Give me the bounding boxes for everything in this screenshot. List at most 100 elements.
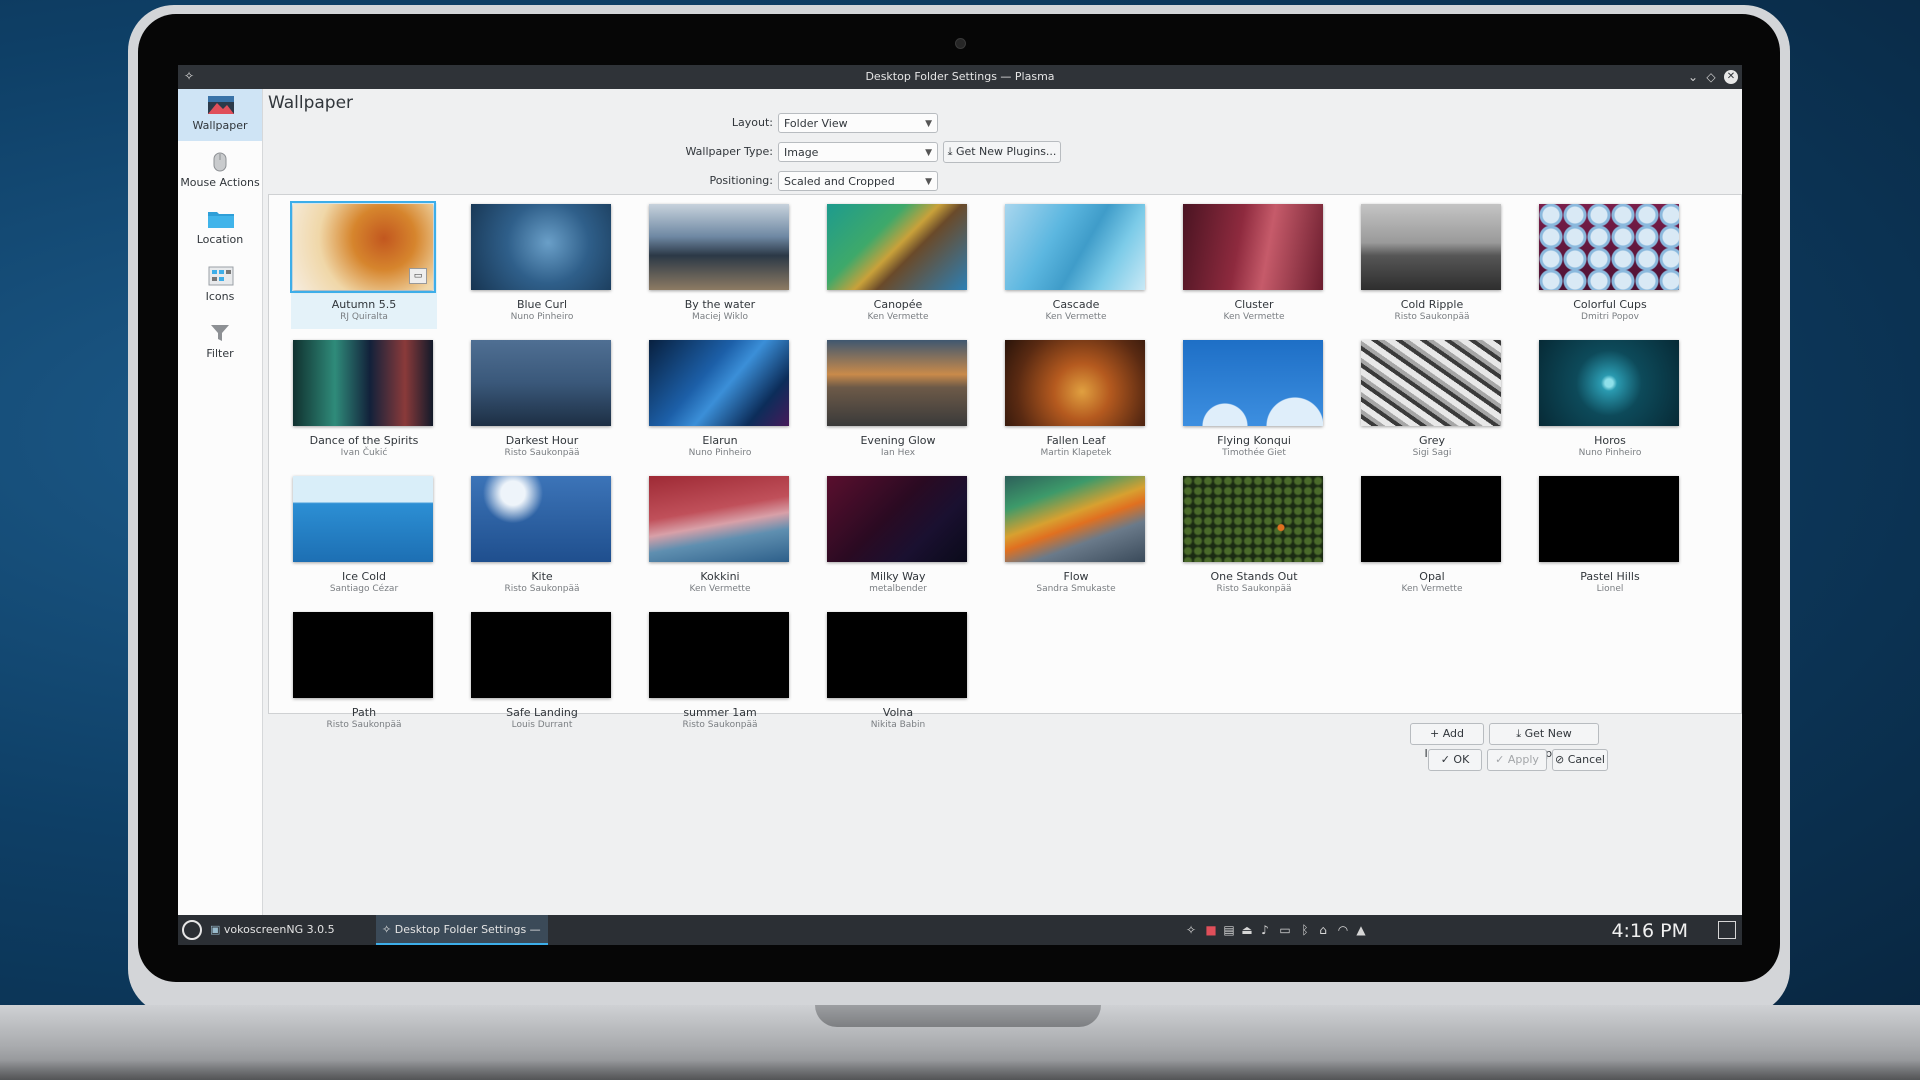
wallpaper-tile-kite[interactable]: Kite Risto Saukonpää [469, 475, 615, 601]
app-launcher-icon[interactable] [182, 920, 202, 940]
wallpaper-thumbnail [293, 476, 433, 562]
wallpaper-tile-one-stands-out[interactable]: One Stands Out Risto Saukonpää [1181, 475, 1327, 601]
download-icon: ⤓ [1516, 727, 1525, 740]
plasma-icon: ✧ [382, 923, 395, 936]
wallpaper-tile-grey[interactable]: Grey Sigi Sagi [1359, 339, 1505, 465]
wallpaper-thumbnail [649, 340, 789, 426]
wallpaper-tile-opal[interactable]: Opal Ken Vermette [1359, 475, 1505, 601]
screen: ✧ Desktop Folder Settings — Plasma ⌄ ◇ ✕… [178, 65, 1742, 945]
wallpaper-tile-by-the-water[interactable]: By the water Maciej Wiklo [647, 203, 793, 329]
sidebar-item-wallpaper[interactable]: Wallpaper [178, 89, 262, 141]
cancel-label: Cancel [1567, 753, 1605, 766]
volume-icon[interactable]: ♪ [1258, 923, 1272, 937]
wallpaper-author: Martin Klapetek [1040, 448, 1112, 458]
page-title: Wallpaper [268, 93, 354, 113]
wallpaper-tile-canopee[interactable]: Canopée Ken Vermette [825, 203, 971, 329]
clock[interactable]: 4:16 PM [1611, 920, 1688, 942]
chevron-down-icon: ▼ [925, 177, 932, 187]
sidebar-item-filter[interactable]: Filter [178, 317, 262, 369]
add-image-button[interactable]: + Add Image... [1410, 723, 1484, 760]
minimize-icon[interactable]: ⌄ [1684, 68, 1702, 86]
wallpaper-author: Risto Saukonpää [326, 720, 402, 730]
wallpaper-author: Ken Vermette [689, 584, 751, 594]
show-desktop-icon[interactable] [1718, 921, 1736, 939]
wallpaper-tile-cold-ripple[interactable]: Cold Ripple Risto Saukonpää [1359, 203, 1505, 329]
cancel-button[interactable]: ⊘ Cancel [1552, 749, 1608, 771]
open-folder-icon[interactable]: ▭ [409, 268, 427, 284]
network-icon[interactable]: ◠ [1336, 923, 1350, 937]
task-desktop-folder-settings[interactable]: ✧ Desktop Folder Settings — Plasma [376, 915, 548, 945]
device-notifier-icon[interactable]: ⏏ [1240, 923, 1254, 937]
settings-content: Wallpaper Layout: Folder View ▼ Wallpape… [263, 89, 1742, 915]
sidebar-item-mouse-actions[interactable]: Mouse Actions [178, 146, 262, 198]
wallpaper-name: By the water [684, 298, 756, 311]
wallpaper-name: Dance of the Spirits [309, 434, 419, 447]
wallpaper-name: Darkest Hour [505, 434, 579, 447]
wallpaper-thumbnail [649, 204, 789, 290]
battery-icon[interactable]: ▭ [1278, 923, 1292, 937]
close-icon[interactable]: ✕ [1724, 70, 1738, 84]
wallpaper-type-label: Wallpaper Type: [685, 145, 774, 158]
bluetooth-icon[interactable]: ᛒ [1298, 923, 1312, 937]
wallpaper-name: Blue Curl [516, 298, 568, 311]
webcam [955, 38, 966, 49]
icons-icon [208, 266, 234, 286]
wallpaper-thumbnail [649, 612, 789, 698]
get-new-plugins-button[interactable]: ⤓ Get New Plugins... [943, 141, 1061, 163]
wallpaper-tile-volna[interactable]: Volna Nikita Babin [825, 611, 971, 737]
ok-button[interactable]: ✓ OK [1428, 749, 1482, 771]
wallpaper-name: Opal [1419, 570, 1445, 583]
wallpaper-tile-ice-cold[interactable]: Ice Cold Santiago Cézar [291, 475, 437, 601]
apply-label: Apply [1507, 753, 1539, 766]
wallpaper-tile-kokkini[interactable]: Kokkini Ken Vermette [647, 475, 793, 601]
kde-connect-icon[interactable]: ✧ [1184, 923, 1198, 937]
wallpaper-tile-flow[interactable]: Flow Sandra Smukaste [1003, 475, 1149, 601]
wallpaper-thumbnail [1361, 476, 1501, 562]
sidebar-item-location[interactable]: Location [178, 203, 262, 255]
wallpaper-name: Grey [1418, 434, 1446, 447]
cancel-icon: ⊘ [1555, 753, 1568, 766]
wallpaper-thumbnail [1183, 340, 1323, 426]
task-vokoscreen[interactable]: ▣ vokoscreenNG 3.0.5 [208, 915, 368, 945]
wallpaper-icon [208, 95, 234, 115]
wallpaper-tile-cascade[interactable]: Cascade Ken Vermette [1003, 203, 1149, 329]
wallpaper-tile-colorful-cups[interactable]: Colorful Cups Dmitri Popov [1537, 203, 1683, 329]
wallpaper-tile-darkest-hour[interactable]: Darkest Hour Risto Saukonpää [469, 339, 615, 465]
positioning-combo[interactable]: Scaled and Cropped ▼ [778, 171, 938, 191]
wallpaper-author: Ken Vermette [867, 312, 929, 322]
wallpaper-tile-blue-curl[interactable]: Blue Curl Nuno Pinheiro [469, 203, 615, 329]
wallpaper-type-combo[interactable]: Image ▼ [778, 142, 938, 162]
apply-button[interactable]: ✓ Apply [1487, 749, 1547, 771]
wallpaper-tile-path[interactable]: Path Risto Saukonpää [291, 611, 437, 737]
wallpaper-tile-safe-landing[interactable]: Safe Landing Louis Durrant [469, 611, 615, 737]
wallpaper-tile-evening-glow[interactable]: Evening Glow Ian Hex [825, 339, 971, 465]
wallpaper-tile-dance-of-the-spirits[interactable]: Dance of the Spirits Ivan Čukić [291, 339, 437, 465]
wallpaper-tile-flying-konqui[interactable]: Flying Konqui Timothée Giet [1181, 339, 1327, 465]
wallpaper-thumbnail [1539, 340, 1679, 426]
get-new-wallpapers-button[interactable]: ⤓ Get New Wallpapers... [1489, 723, 1599, 760]
wallpaper-tile-fallen-leaf[interactable]: Fallen Leaf Martin Klapetek [1003, 339, 1149, 465]
clipboard-icon[interactable]: ▤ [1222, 923, 1236, 937]
wallpaper-tile-summer-1am[interactable]: summer 1am Risto Saukonpää [647, 611, 793, 737]
wallpaper-thumbnail [1183, 204, 1323, 290]
settings-sidebar: Wallpaper Mouse Actions Location Icons F… [178, 89, 263, 915]
wallpaper-name: One Stands Out [1210, 570, 1298, 583]
wallpaper-tile-elarun[interactable]: Elarun Nuno Pinheiro [647, 339, 793, 465]
wallpaper-name: Kokkini [700, 570, 740, 583]
wallpaper-tile-pastel-hills[interactable]: Pastel Hills Lionel [1537, 475, 1683, 601]
wallpaper-tile-milky-way[interactable]: Milky Way metalbender [825, 475, 971, 601]
layout-combo[interactable]: Folder View ▼ [778, 113, 938, 133]
expand-tray-icon[interactable]: ▲ [1354, 923, 1368, 937]
wallpaper-tile-horos[interactable]: Horos Nuno Pinheiro [1537, 339, 1683, 465]
download-icon: ⤓ [947, 145, 956, 158]
wallpaper-thumbnail [1005, 476, 1145, 562]
wallpaper-author: Lionel [1596, 584, 1624, 594]
recording-icon[interactable]: ■ [1204, 923, 1218, 937]
window-titlebar[interactable]: ✧ Desktop Folder Settings — Plasma ⌄ ◇ ✕ [178, 65, 1742, 89]
wallpaper-tile-autumn[interactable]: ▭ Autumn 5.5 RJ Quiralta [290, 201, 437, 329]
sidebar-item-icons[interactable]: Icons [178, 260, 262, 312]
maximize-icon[interactable]: ◇ [1702, 68, 1720, 86]
wallpaper-tile-cluster[interactable]: Cluster Ken Vermette [1181, 203, 1327, 329]
usb-icon[interactable]: ⌂ [1316, 923, 1330, 937]
wallpaper-thumbnail [827, 204, 967, 290]
